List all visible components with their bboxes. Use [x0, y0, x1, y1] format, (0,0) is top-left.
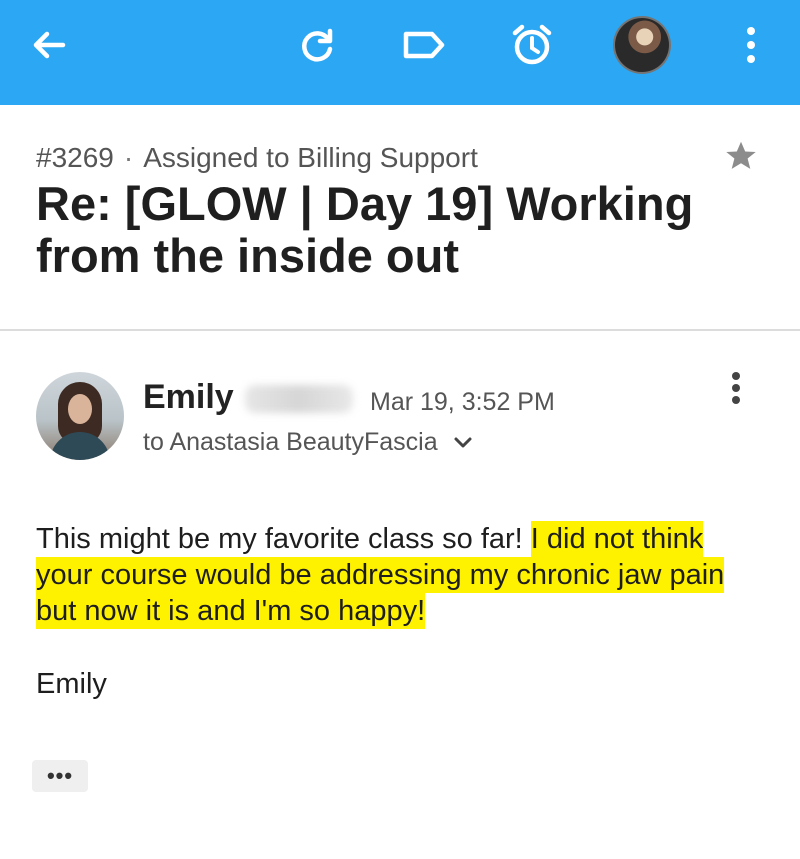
meta-separator: · — [123, 142, 134, 173]
section-divider — [0, 329, 800, 331]
vertical-dots-icon — [732, 372, 740, 404]
ticket-subject: Re: [GLOW | Day 19] Working from the ins… — [36, 177, 694, 282]
star-button[interactable] — [723, 138, 759, 174]
arrow-left-icon — [33, 31, 66, 59]
star-icon — [726, 141, 756, 169]
account-avatar[interactable] — [613, 16, 671, 74]
recipient-line[interactable]: to Anastasia BeautyFascia — [143, 428, 473, 457]
alarm-clock-icon — [512, 24, 552, 65]
ticket-meta: #3269 · Assigned to Billing Support — [36, 142, 478, 174]
recipient-name: Anastasia BeautyFascia — [169, 428, 438, 456]
assignment-text[interactable]: Assigned to Billing Support — [143, 142, 478, 173]
show-trimmed-content-button[interactable]: ••• — [32, 760, 88, 792]
sender-avatar[interactable] — [36, 372, 124, 460]
redacted-last-name — [245, 385, 353, 413]
to-prefix: to — [143, 428, 164, 456]
overflow-menu-button[interactable] — [728, 22, 774, 68]
top-app-bar — [0, 0, 800, 105]
body-plain-text: This might be my favorite class so far! — [36, 523, 531, 555]
chevron-down-icon — [454, 437, 472, 448]
avatar-face-shape — [68, 394, 92, 424]
message-body: This might be my favorite class so far! … — [36, 521, 756, 629]
sender-name: Emily — [143, 378, 234, 416]
refresh-button[interactable] — [294, 22, 340, 68]
message-date: Mar 19, 3:52 PM — [370, 388, 555, 416]
label-button[interactable] — [401, 22, 447, 68]
message-menu-button[interactable] — [722, 370, 750, 410]
snooze-button[interactable] — [509, 22, 555, 68]
ticket-number: #3269 — [36, 142, 114, 173]
label-tag-icon — [403, 31, 445, 59]
refresh-icon — [302, 28, 333, 62]
avatar-body-shape — [50, 432, 110, 460]
message-signature: Emily — [36, 668, 107, 700]
vertical-dots-icon — [747, 27, 755, 63]
back-button[interactable] — [26, 22, 72, 68]
